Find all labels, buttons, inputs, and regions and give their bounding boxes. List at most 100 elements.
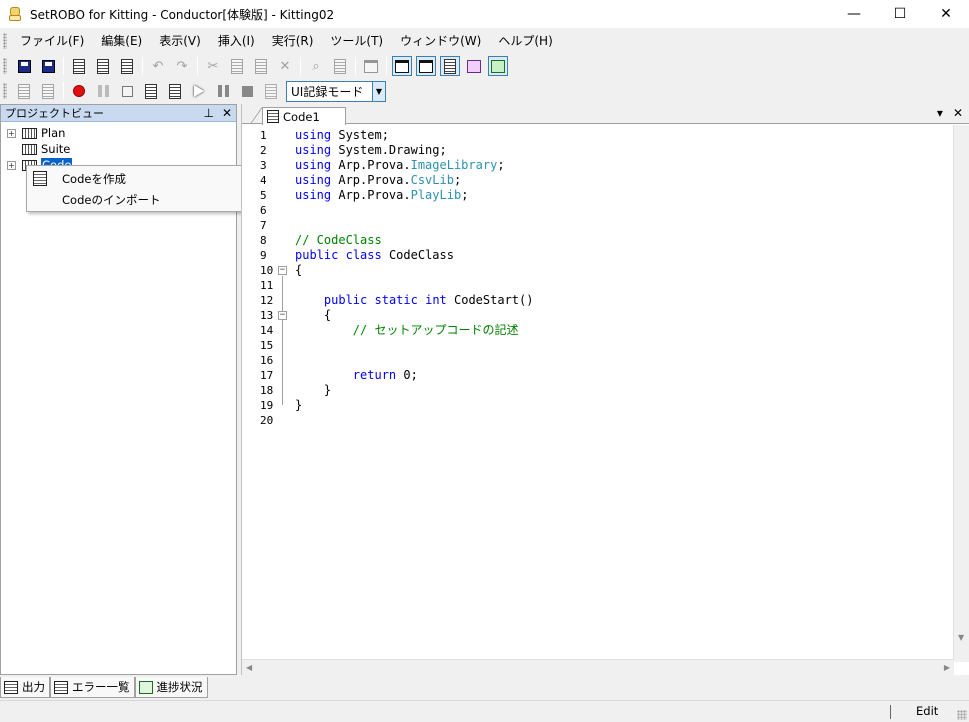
code-token: // CodeClass: [295, 233, 382, 247]
tree-item-plan[interactable]: + Plan: [1, 125, 236, 141]
panel-close-icon[interactable]: ✕: [222, 106, 232, 120]
output-view-toggle[interactable]: [416, 56, 436, 76]
tree-item-suite[interactable]: Suite: [1, 141, 236, 157]
menu-item-create-code[interactable]: Codeを作成: [27, 168, 260, 189]
image-button[interactable]: [261, 81, 281, 101]
toolbar-grip-icon[interactable]: [3, 83, 7, 99]
cut-button[interactable]: ✂: [203, 56, 223, 76]
record-pause-button[interactable]: [93, 81, 113, 101]
scroll-left-icon[interactable]: ◀: [246, 663, 252, 672]
code-token: System.Drawing;: [331, 143, 447, 157]
resize-grip-icon[interactable]: [957, 710, 967, 720]
menu-file[interactable]: ファイル(F): [12, 30, 93, 52]
toolbar-separator: [142, 57, 143, 75]
run-toolbar: UI記録モード ▼: [0, 78, 386, 104]
tab-progress[interactable]: 進捗状況: [134, 677, 208, 698]
record-mode-select[interactable]: UI記録モード ▼: [286, 80, 386, 102]
save-all-icon: [41, 59, 55, 73]
capture-run-button[interactable]: [165, 81, 185, 101]
record-icon: [73, 85, 85, 97]
code-text-area[interactable]: 1 using System; 2 using System.Drawing; 3 usi…: [242, 125, 954, 662]
maximize-button[interactable]: ☐: [877, 0, 923, 28]
window-icon: [364, 59, 378, 73]
edit-step-icon: [42, 83, 54, 99]
menu-insert[interactable]: 挿入(I): [210, 30, 264, 52]
step-list-button[interactable]: [14, 81, 34, 101]
horizontal-scrollbar[interactable]: ◀ ▶: [242, 659, 954, 675]
create-code-icon: [33, 171, 47, 186]
close-button[interactable]: ✕: [923, 0, 969, 28]
status-bar: Edit: [0, 700, 969, 722]
play-button[interactable]: [189, 81, 209, 101]
minimize-button[interactable]: —: [831, 0, 877, 28]
code-token: CodeStart(): [446, 293, 534, 307]
undo-button[interactable]: ↶: [148, 56, 168, 76]
error-list-icon: [444, 58, 456, 74]
menu-run[interactable]: 実行(R): [264, 30, 323, 52]
tab-output[interactable]: 出力: [0, 677, 50, 698]
expand-icon[interactable]: +: [7, 160, 16, 170]
project-view-toggle[interactable]: [392, 56, 412, 76]
code-line-text: // セットアップコードの記述: [295, 323, 519, 338]
redo-button[interactable]: ↷: [172, 56, 192, 76]
record-stop-button[interactable]: [117, 81, 137, 101]
scroll-right-icon[interactable]: ▶: [944, 663, 950, 672]
property-view-toggle[interactable]: [464, 56, 484, 76]
progress-view-toggle[interactable]: [488, 56, 508, 76]
line-number: 9: [260, 249, 267, 262]
tab-close-icon[interactable]: ✕: [953, 106, 963, 120]
save-button[interactable]: [14, 56, 34, 76]
panel-icon: [395, 59, 409, 73]
menu-edit[interactable]: 編集(E): [93, 30, 151, 52]
replace-button[interactable]: [330, 56, 350, 76]
fold-toggle-icon[interactable]: −: [278, 311, 287, 320]
tab-error-list[interactable]: エラー一覧: [50, 677, 135, 698]
new-document-button[interactable]: [69, 56, 89, 76]
toolbar-grip-icon[interactable]: [3, 58, 7, 74]
window-title: SetROBO for Kitting - Conductor[体験版] - K…: [30, 7, 335, 22]
code-line-text: using System.Drawing;: [295, 143, 447, 158]
code-token: CsvLib: [410, 173, 454, 187]
tab-code1[interactable]: Code1: [262, 107, 346, 125]
find-button[interactable]: ⌕: [306, 56, 326, 76]
tab-list-icon[interactable]: ▾: [937, 106, 943, 120]
code-token: ;: [461, 188, 469, 202]
chevron-down-icon[interactable]: ▼: [372, 81, 385, 101]
menu-item-import-code[interactable]: Codeのインポート: [27, 189, 260, 210]
line-number: 1: [260, 129, 267, 142]
capture-button[interactable]: [141, 81, 161, 101]
code-token: {: [295, 263, 303, 277]
code-line-text: using Arp.Prova.CsvLib;: [295, 173, 461, 188]
edit-document-button[interactable]: [117, 56, 137, 76]
expand-icon[interactable]: +: [7, 128, 16, 138]
record-button[interactable]: [69, 81, 89, 101]
vertical-scrollbar[interactable]: ▼: [953, 125, 969, 662]
window-button[interactable]: [361, 56, 381, 76]
properties-button[interactable]: [93, 56, 113, 76]
output-icon: [4, 680, 18, 694]
save-all-button[interactable]: [38, 56, 58, 76]
pause-button[interactable]: [213, 81, 233, 101]
scroll-down-icon[interactable]: ▼: [958, 633, 964, 642]
fold-toggle-icon[interactable]: −: [278, 266, 287, 275]
bottom-panel-tabs: 出力 エラー一覧 進捗状況: [0, 677, 208, 699]
code-token: CodeClass: [381, 248, 454, 262]
menu-help[interactable]: ヘルプ(H): [490, 30, 561, 52]
paste-button[interactable]: [251, 56, 271, 76]
edit-step-button[interactable]: [38, 81, 58, 101]
error-list-toggle[interactable]: [440, 56, 460, 76]
line-number: 2: [260, 144, 267, 157]
stop-button[interactable]: [237, 81, 257, 101]
menu-tools[interactable]: ツール(T): [322, 30, 392, 52]
line-number: 18: [260, 384, 274, 397]
copy-button[interactable]: [227, 56, 247, 76]
pin-icon[interactable]: ⊥: [203, 106, 213, 120]
menu-view[interactable]: 表示(V): [151, 30, 210, 52]
app-logo-icon: [7, 6, 23, 22]
menu-window[interactable]: ウィンドウ(W): [392, 30, 490, 52]
delete-button[interactable]: ✕: [275, 56, 295, 76]
menubar-grip-icon[interactable]: [3, 33, 7, 49]
code-token: using: [295, 158, 332, 172]
editor-tab-strip: Code1 ▾ ✕: [242, 104, 969, 125]
